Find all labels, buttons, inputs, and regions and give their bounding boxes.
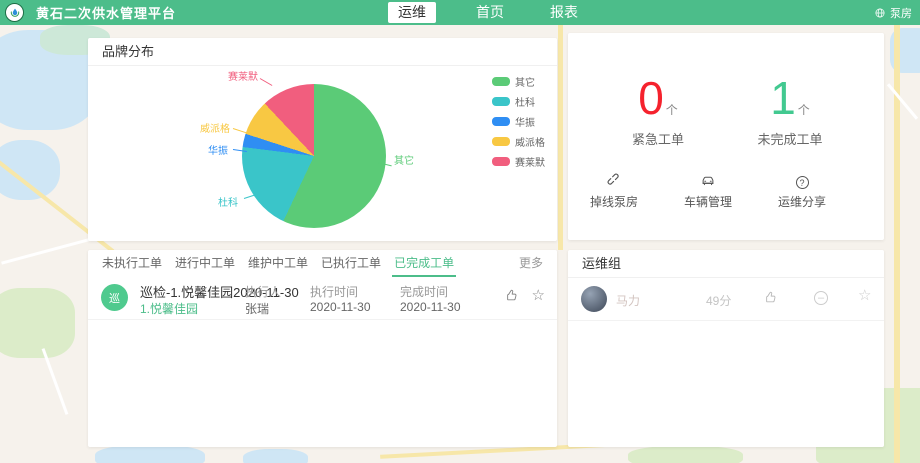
quick-actions: 掉线泵房 车辆管理 运维分享	[578, 173, 838, 210]
legend-swatch	[492, 77, 510, 86]
workorder-row[interactable]: 巡 巡检-1.悦馨佳园2020-11-30 1.悦馨佳园 执行人 张瑞 执行时间…	[88, 277, 557, 320]
pie-label-other: 其它	[394, 152, 414, 167]
tab-in-progress[interactable]: 进行中工单	[175, 250, 235, 277]
urgent-label: 紧急工单	[588, 129, 728, 148]
pump-room-label: 泵房	[890, 5, 912, 21]
exec-time-label: 执行时间	[310, 283, 358, 300]
unfinished-label: 未完成工单	[720, 129, 860, 148]
workorder-location-link[interactable]: 1.悦馨佳园	[140, 300, 198, 317]
globe-icon	[874, 7, 886, 19]
ops-team-card: 运维组 马力 49分 ☆	[568, 250, 884, 447]
map-water-shape	[95, 445, 205, 463]
finish-time-value: 2020-11-30	[400, 300, 461, 314]
workorder-list-card: 未执行工单 进行中工单 维护中工单 已执行工单 已完成工单 更多 巡 巡检-1.…	[88, 250, 557, 447]
urgent-count: 0	[638, 75, 664, 121]
legend-swatch	[492, 117, 510, 126]
app-logo	[5, 3, 24, 22]
brand-pie-chart[interactable]	[242, 84, 386, 228]
star-icon[interactable]: ☆	[858, 286, 871, 304]
legend-label: 威派格	[515, 134, 545, 149]
question-circle-icon	[766, 173, 838, 191]
map-park-shape	[0, 288, 75, 358]
action-label: 车辆管理	[672, 193, 744, 210]
more-link[interactable]: 更多	[519, 250, 543, 277]
action-label: 运维分享	[766, 193, 838, 210]
urgent-unit: 个	[666, 103, 678, 117]
action-ops-share[interactable]: 运维分享	[766, 173, 838, 210]
legend-item[interactable]: 赛莱默	[492, 154, 545, 169]
thumbs-up-icon[interactable]	[505, 288, 519, 307]
pie-label-line	[233, 128, 247, 133]
legend-item[interactable]: 其它	[492, 74, 545, 89]
workorder-avatar: 巡	[101, 284, 128, 311]
action-vehicle-management[interactable]: 车辆管理	[672, 173, 744, 210]
workorder-tabs: 未执行工单 进行中工单 维护中工单 已执行工单 已完成工单 更多	[88, 250, 557, 277]
card-title: 运维组	[568, 250, 884, 278]
tab-completed[interactable]: 已完成工单	[394, 250, 454, 277]
legend-label: 华振	[515, 114, 535, 129]
member-name: 马力	[616, 292, 640, 309]
pie-label-line	[260, 78, 273, 86]
tab-home[interactable]: 首页	[470, 0, 510, 25]
finish-time-label: 完成时间	[400, 283, 448, 300]
pie-label-duke: 杜科	[218, 194, 238, 209]
tab-under-maintenance[interactable]: 维护中工单	[248, 250, 308, 277]
exec-time-value: 2020-11-30	[310, 300, 371, 314]
thumbs-up-icon[interactable]	[764, 290, 778, 309]
urgent-stat[interactable]: 0个 紧急工单	[588, 75, 728, 148]
card-title: 品牌分布	[88, 38, 557, 66]
unfinished-unit: 个	[798, 103, 810, 117]
legend-item[interactable]: 华振	[492, 114, 545, 129]
legend-item[interactable]: 威派格	[492, 134, 545, 149]
action-label: 掉线泵房	[578, 193, 650, 210]
legend-item[interactable]: 杜科	[492, 94, 545, 109]
legend-swatch	[492, 137, 510, 146]
water-drop-icon	[9, 7, 21, 19]
pie-label-huazhen: 华振	[208, 142, 228, 157]
circle-minus-icon[interactable]	[814, 291, 828, 305]
unfinished-stat[interactable]: 1个 未完成工单	[720, 75, 860, 148]
executor-value: 张瑞	[245, 300, 269, 317]
map-road	[42, 348, 69, 415]
unfinished-count: 1	[770, 75, 796, 121]
map-road	[558, 25, 563, 250]
app-root: 黄石二次供水管理平台 运维 首页 报表 泵房 品牌分布 其它 杜科 华振 威派格…	[0, 0, 920, 463]
legend-label: 杜科	[515, 94, 535, 109]
map-road	[1, 238, 89, 264]
pie-label-weipaige: 威派格	[200, 120, 230, 135]
page-title: 黄石二次供水管理平台	[36, 3, 176, 22]
member-score: 49分	[706, 292, 731, 309]
brand-distribution-card: 品牌分布 其它 杜科 华振 威派格 赛莱默 其它 杜科 华振	[88, 38, 557, 241]
pie-legend: 其它 杜科 华振 威派格 赛莱默	[492, 74, 545, 174]
team-member-row[interactable]: 马力 49分 ☆	[568, 278, 884, 321]
map-road	[887, 83, 918, 119]
map-park-shape	[628, 446, 743, 463]
header-pump-entry[interactable]: 泵房	[874, 0, 912, 25]
legend-swatch	[492, 157, 510, 166]
star-icon[interactable]: ☆	[532, 286, 545, 304]
legend-swatch	[492, 97, 510, 106]
tab-executed[interactable]: 已执行工单	[321, 250, 381, 277]
legend-label: 赛莱默	[515, 154, 545, 169]
tab-yunwei[interactable]: 运维	[388, 2, 436, 23]
tab-not-executed[interactable]: 未执行工单	[102, 250, 162, 277]
action-offline-pumprooms[interactable]: 掉线泵房	[578, 173, 650, 210]
car-icon	[672, 173, 744, 191]
map-water-shape	[243, 449, 308, 463]
app-header: 黄石二次供水管理平台 运维 首页 报表 泵房	[0, 0, 920, 25]
legend-label: 其它	[515, 74, 535, 89]
pie-label-sailaimo: 赛莱默	[228, 68, 258, 83]
member-avatar	[581, 286, 607, 312]
workorder-stats-card: 0个 紧急工单 1个 未完成工单 掉线泵房	[568, 33, 884, 240]
executor-label: 执行人	[245, 283, 281, 300]
broken-link-icon	[578, 173, 650, 191]
header-tabs: 运维 首页 报表	[388, 0, 584, 25]
tab-report[interactable]: 报表	[544, 0, 584, 25]
